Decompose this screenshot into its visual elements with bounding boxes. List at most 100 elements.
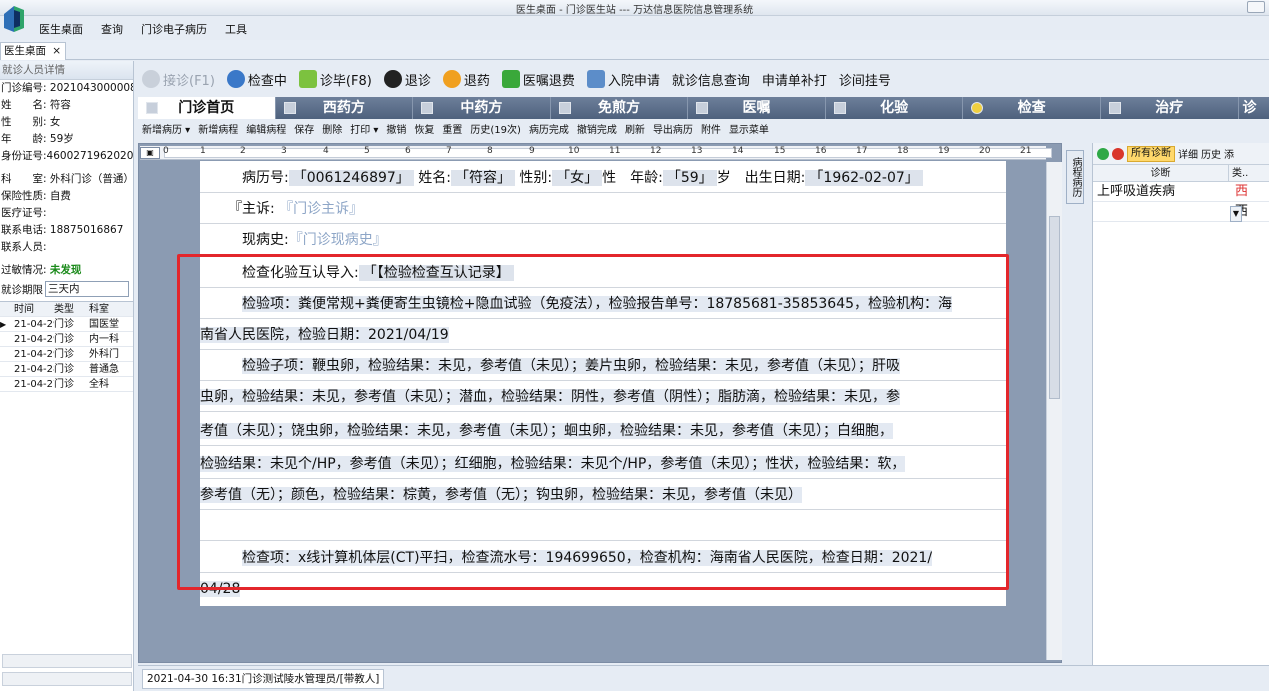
delete-button[interactable]: 删除 [318,122,346,140]
field-patient-gender[interactable]: 「女」 [552,170,603,186]
add-diagnosis-button[interactable]: 添 [1224,146,1234,161]
admission-request-button[interactable]: 入院申请 [583,67,664,91]
tab-granule-rx[interactable]: 免煎方 [551,97,689,119]
record-line-exam-2: 04/28 [200,581,241,597]
return-drug-button[interactable]: 退药 [439,67,494,91]
visit-table-hscrollbar[interactable] [2,654,132,668]
tab-diagnosis[interactable]: 诊 [1239,97,1269,119]
table-row[interactable]: 21-04-29 门诊 内一科 [0,332,133,347]
patient-panel-hscrollbar[interactable] [2,672,132,686]
editor-vscrollbar[interactable] [1046,162,1062,660]
menu-bar: 医生桌面 查询 门诊电子病历 工具 [30,22,256,38]
ruler-toggle-icon[interactable]: ▣ [140,147,160,159]
detail-button[interactable]: 详细 [1178,146,1198,161]
tab-lab[interactable]: 化验 [826,97,964,119]
table-row[interactable]: 21-04-28 门诊 普通急 [0,362,133,377]
record-line-lab-1: 检验项：粪便常规+粪便寄生虫镜检+隐血试验（免疫法），检验报告单号：187856… [200,289,1006,319]
attachment-button[interactable]: 附件 [697,122,725,140]
field-record-number[interactable]: 「0061246897」 [288,170,414,186]
field-insurance: 保险性质: 自费 [1,190,71,202]
new-record-button[interactable]: 新增病历 ▾ [138,122,194,140]
period-select[interactable]: 三天内 [45,281,129,297]
record-line-present: 现病史:『门诊现病史』 [200,225,1006,255]
field-contact: 联系人员: [1,241,47,253]
request-reprint-button[interactable]: 申请单补打 [758,67,831,91]
radiation-icon [971,102,984,114]
undo-complete-button[interactable]: 撤销完成 [573,122,621,140]
field-patient-age[interactable]: 「59」 [662,170,717,186]
refresh-button[interactable]: 刷新 [621,122,649,140]
field-birth-date[interactable]: 「1962-02-07」 [805,170,923,186]
mutual-recognition-field[interactable]: 「【检验检查互认记录】 [358,265,514,281]
all-diagnoses-button[interactable]: 所有诊断 [1127,145,1175,162]
return-arrow-icon [442,70,461,88]
show-menu-button[interactable]: 显示菜单 [725,122,773,140]
scroll-thumb[interactable] [1049,216,1060,399]
record-line-sub-4: 检验结果：未见个/HP，参考值（未见）；红细胞，检验结果：未见个/HP，参考值（… [200,449,1006,479]
document-icon [558,102,571,114]
status-bar: 2021-04-30 16:31门诊测试陵水管理员/[带教人] [138,665,1269,691]
record-line-lab-2: 南省人民医院，检验日期：2021/04/19 [200,320,1006,350]
visit-info-query-button[interactable]: 就诊信息查询 [668,67,754,91]
new-progress-button[interactable]: 新增病程 [194,122,242,140]
complete-record-button[interactable]: 病历完成 [525,122,573,140]
tab-treatment[interactable]: 治疗 [1101,97,1239,119]
tab-western-rx[interactable]: 西药方 [276,97,414,119]
menu-query[interactable]: 查询 [92,22,132,38]
history-diagnosis-button[interactable]: 历史 [1201,146,1221,161]
history-button[interactable]: 历史(19次) [466,122,525,140]
reset-button[interactable]: 重置 [438,122,466,140]
export-record-button[interactable]: 导出病历 [649,122,697,140]
table-row[interactable]: ▶ 21-04-29 门诊 国医堂 [0,317,133,332]
cancel-visit-button[interactable]: 退诊 [380,67,435,91]
window-maximize-button[interactable] [1247,1,1265,13]
record-line-header: 病历号: 「0061246897」 姓名: 「符容」 性别: 「女」性 年龄: 「59」… [200,163,1006,193]
edit-progress-button[interactable]: 编辑病程 [242,122,290,140]
table-row[interactable]: 21-04-29 门诊 外科门 [0,347,133,362]
doc-tab-doctor-desktop[interactable]: 医生桌面 × [0,42,66,60]
visit-table: 时间 类型 科室 ▶ 21-04-29 门诊 国医堂 21-04-29 门诊 内… [0,301,133,392]
ruler: ▣ 0 1 2 3 4 5 6 7 8 9 10 11 12 13 14 15 … [140,146,1052,160]
menu-emr[interactable]: 门诊电子病历 [132,22,216,38]
menu-tools[interactable]: 工具 [216,22,256,38]
table-row[interactable]: 西 [1093,202,1269,222]
undo-button[interactable]: 撤销 [382,122,410,140]
save-button[interactable]: 保存 [290,122,318,140]
app-logo-icon [2,4,26,34]
registration-button[interactable]: 诊间挂号 [835,67,895,91]
diagnosis-panel: 所有诊断 详细 历史 添 诊断 类.. 上呼吸道疾病 西 西 ▼ [1092,143,1269,691]
chevron-down-icon[interactable]: ▼ [1230,206,1242,222]
test-tube-icon [833,102,846,114]
ruler-scale [164,148,1052,158]
status-text: 2021-04-30 16:31门诊测试陵水管理员/[带教人] [142,669,385,689]
order-refund-button[interactable]: 医嘱退费 [498,67,579,91]
field-patient-name[interactable]: 「符容」 [450,170,515,186]
menu-doctor-desktop[interactable]: 医生桌面 [30,22,92,38]
syringe-icon [1108,102,1121,114]
document-icon [421,102,434,114]
hospital-icon [586,70,605,88]
checklist-icon [298,70,317,88]
diagnosis-table-header: 诊断 类.. [1093,165,1269,182]
redo-button[interactable]: 恢复 [410,122,438,140]
field-gender: 性 别: 女 [1,116,61,128]
module-tab-bar: 门诊首页 西药方 中药方 免煎方 医嘱 化验 检查 治疗 诊 [138,97,1269,119]
add-icon[interactable] [1097,147,1109,160]
chief-complaint-field[interactable]: 『门诊主诉』 [279,201,363,217]
present-illness-field[interactable]: 『门诊现病史』 [289,232,387,248]
in-exam-button[interactable]: 检查中 [223,67,291,91]
accept-visit-button[interactable]: 接诊(F1) [138,67,219,91]
field-department: 科 室: 外科门诊（普通） [1,173,133,185]
tab-chinese-rx[interactable]: 中药方 [413,97,551,119]
allergy-value: 未发现 [49,264,82,276]
tab-exam[interactable]: 检查 [963,97,1101,119]
close-icon[interactable]: × [52,43,61,60]
remove-icon[interactable] [1112,147,1124,160]
tab-orders[interactable]: 医嘱 [688,97,826,119]
table-row[interactable]: 上呼吸道疾病 西 [1093,182,1269,202]
tab-clinic-home[interactable]: 门诊首页 [138,97,276,119]
side-tab-progress-record[interactable]: 病程病历 [1066,150,1084,204]
finish-visit-button[interactable]: 诊毕(F8) [295,67,376,91]
table-row[interactable]: 21-04-27 门诊 全科 [0,377,133,392]
print-button[interactable]: 打印 ▾ [346,122,382,140]
